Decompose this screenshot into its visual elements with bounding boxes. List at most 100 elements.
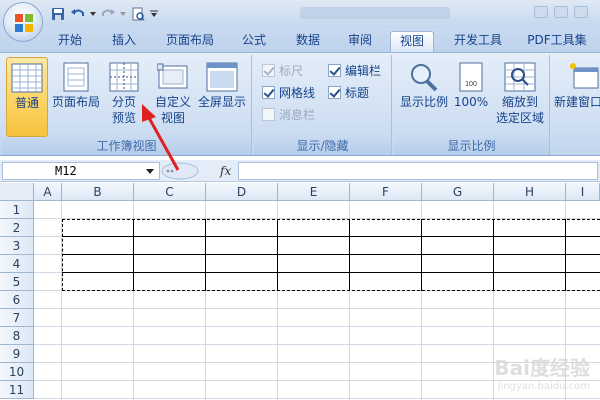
gridlines-label: 网格线 (279, 86, 316, 100)
table-border (277, 219, 278, 291)
zoom-icon (408, 62, 440, 92)
name-box-value: M12 (55, 164, 77, 178)
new-window-label: 新建窗口 (554, 95, 600, 109)
group-zoom: 显示比例 100 100% 缩放到 选定区域 显示比例 (394, 55, 550, 155)
table-border (62, 272, 600, 273)
message-bar-label: 消息栏 (279, 108, 316, 122)
headings-checkbox-row[interactable]: 标题 (328, 84, 369, 101)
gridlines-checkbox[interactable] (262, 86, 275, 99)
normal-view-icon (11, 63, 43, 93)
tab-home[interactable]: 开始 (50, 31, 90, 52)
name-box[interactable]: M12 (2, 162, 160, 180)
table-border (205, 219, 206, 291)
tab-developer[interactable]: 开发工具 (446, 31, 510, 52)
watermark: Bai度经验 jingyan.baidu.com (494, 352, 590, 392)
page-layout-view-button[interactable]: 页面布局 (50, 57, 102, 137)
row-header-6[interactable]: 6 (0, 291, 34, 309)
table-border (62, 254, 600, 255)
maximize-button[interactable] (554, 6, 568, 18)
gridline (34, 398, 600, 399)
watermark-text: Bai度经验 (494, 356, 590, 380)
formula-bar-checkbox-row[interactable]: 编辑栏 (328, 62, 381, 79)
zoom-button[interactable]: 显示比例 (398, 57, 450, 137)
message-bar-checkbox-row[interactable]: 消息栏 (262, 106, 315, 123)
page-layout-icon (60, 62, 92, 92)
group-window: 新建窗口 (552, 55, 600, 155)
group-show-hide: 标尺 编辑栏 网格线 标题 消息栏 显示/隐藏 (254, 55, 392, 155)
message-bar-checkbox[interactable] (262, 108, 275, 121)
ribbon-tabs: 开始 插入 页面布局 公式 数据 审阅 视图 开发工具 PDF工具集 (0, 28, 600, 52)
save-icon[interactable] (50, 6, 66, 22)
quick-access-toolbar (50, 5, 158, 23)
row-header-9[interactable]: 9 (0, 345, 34, 363)
custom-view-button[interactable]: 自定义 视图 (152, 57, 194, 137)
bordered-table[interactable] (62, 219, 600, 291)
column-header-e[interactable]: E (278, 183, 350, 201)
formula-input[interactable] (238, 162, 598, 180)
redo-dropdown-icon[interactable] (120, 6, 126, 22)
normal-view-button[interactable]: 普通 (6, 57, 48, 137)
page-break-line (62, 219, 63, 291)
row-header-5[interactable]: 5 (0, 273, 34, 291)
row-header-10[interactable]: 10 (0, 363, 34, 381)
column-header-c[interactable]: C (134, 183, 206, 201)
page-break-preview-button[interactable]: 分页 预览 (104, 57, 144, 137)
ruler-checkbox[interactable] (262, 64, 275, 77)
zoom-100-icon: 100 (455, 62, 487, 92)
fullscreen-button[interactable]: 全屏显示 (196, 57, 248, 137)
tab-insert[interactable]: 插入 (104, 31, 144, 52)
gridlines-checkbox-row[interactable]: 网格线 (262, 84, 315, 101)
formula-bar-grip-icon[interactable] (160, 162, 210, 180)
row-header-2[interactable]: 2 (0, 219, 34, 237)
page-break-line (62, 290, 600, 291)
column-header-b[interactable]: B (62, 183, 134, 201)
ruler-checkbox-row[interactable]: 标尺 (262, 62, 303, 79)
zoom-100-button[interactable]: 100 100% (452, 57, 490, 137)
zoom-selection-icon (504, 62, 536, 92)
window-title (300, 7, 450, 19)
column-header-h[interactable]: H (494, 183, 566, 201)
row-header-11[interactable]: 11 (0, 381, 34, 399)
print-preview-icon[interactable] (130, 6, 146, 22)
custom-view-label-2: 视图 (160, 111, 185, 125)
row-header-4[interactable]: 4 (0, 255, 34, 273)
chevron-down-icon[interactable] (146, 169, 154, 174)
customize-qat-icon[interactable] (150, 6, 158, 22)
column-header-d[interactable]: D (206, 183, 278, 201)
column-header-i[interactable]: I (566, 183, 600, 201)
minimize-button[interactable] (534, 6, 548, 18)
row-header-7[interactable]: 7 (0, 309, 34, 327)
redo-icon[interactable] (100, 6, 116, 22)
headings-checkbox[interactable] (328, 86, 341, 99)
tab-page-layout[interactable]: 页面布局 (160, 31, 220, 52)
new-window-button[interactable]: 新建窗口 (554, 57, 600, 137)
tab-pdf-tools[interactable]: PDF工具集 (522, 31, 592, 52)
office-button[interactable] (3, 2, 43, 42)
normal-view-label: 普通 (14, 96, 39, 110)
zoom-to-selection-button[interactable]: 缩放到 选定区域 (492, 57, 548, 137)
column-header-a[interactable]: A (34, 183, 62, 201)
office-logo-icon (15, 14, 33, 32)
row-header-3[interactable]: 3 (0, 237, 34, 255)
close-button[interactable] (574, 6, 588, 18)
row-header-1[interactable]: 1 (0, 201, 34, 219)
fullscreen-label: 全屏显示 (197, 95, 246, 109)
tab-view[interactable]: 视图 (390, 31, 434, 52)
row-header-8[interactable]: 8 (0, 327, 34, 345)
page-break-preview-label-1: 分页 (111, 95, 136, 109)
select-all-corner[interactable] (0, 183, 34, 201)
table-border (493, 219, 494, 291)
tab-data[interactable]: 数据 (288, 31, 328, 52)
tab-review[interactable]: 审阅 (340, 31, 380, 52)
undo-icon[interactable] (70, 6, 86, 22)
page-break-preview-label-2: 预览 (111, 111, 136, 125)
column-header-g[interactable]: G (422, 183, 494, 201)
column-header-f[interactable]: F (350, 183, 422, 201)
tab-formulas[interactable]: 公式 (234, 31, 274, 52)
zoom-100-label: 100% (453, 95, 489, 109)
insert-function-icon[interactable]: fx (220, 162, 231, 180)
undo-dropdown-icon[interactable] (90, 6, 96, 22)
group-workbook-views: 普通 页面布局 分页 预览 自定义 视图 全屏显示 工作簿视图 (2, 55, 252, 155)
function-area: fx (160, 162, 240, 180)
formula-bar-checkbox[interactable] (328, 64, 341, 77)
